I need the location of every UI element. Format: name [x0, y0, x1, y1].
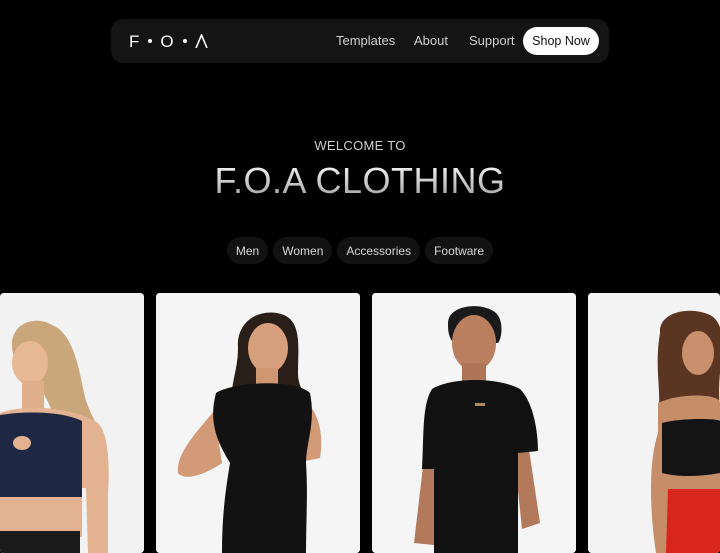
hero-title: F.O.A CLOTHING [0, 160, 720, 202]
nav-link-about[interactable]: About [414, 33, 448, 48]
category-chip-women[interactable]: Women [273, 237, 333, 264]
nav-link-templates[interactable]: Templates [336, 33, 395, 48]
nav-link-support[interactable]: Support [469, 33, 515, 48]
product-image [0, 293, 144, 553]
category-chip-accessories[interactable]: Accessories [337, 237, 421, 264]
logo-dot [182, 39, 187, 43]
logo-dot [148, 39, 153, 43]
logo-letter-a [194, 34, 208, 48]
category-chip-men[interactable]: Men [226, 237, 269, 264]
product-card[interactable] [0, 293, 144, 553]
hero-eyebrow: WELCOME TO [314, 138, 406, 153]
product-card[interactable] [156, 293, 360, 553]
category-filter: Men Women Accessories Footware [0, 237, 720, 264]
top-nav: F O Templates About Support Shop Now [111, 19, 609, 63]
logo-letter-o: O [160, 31, 175, 51]
category-chip-footware[interactable]: Footware [425, 237, 494, 264]
brand-logo[interactable]: F O [129, 31, 208, 51]
logo-letter-f: F [129, 31, 141, 51]
product-card[interactable] [588, 293, 720, 553]
product-card[interactable] [372, 293, 576, 553]
product-image [372, 293, 576, 553]
shop-now-button[interactable]: Shop Now [523, 27, 599, 55]
product-image [156, 293, 360, 553]
product-image [588, 293, 720, 553]
